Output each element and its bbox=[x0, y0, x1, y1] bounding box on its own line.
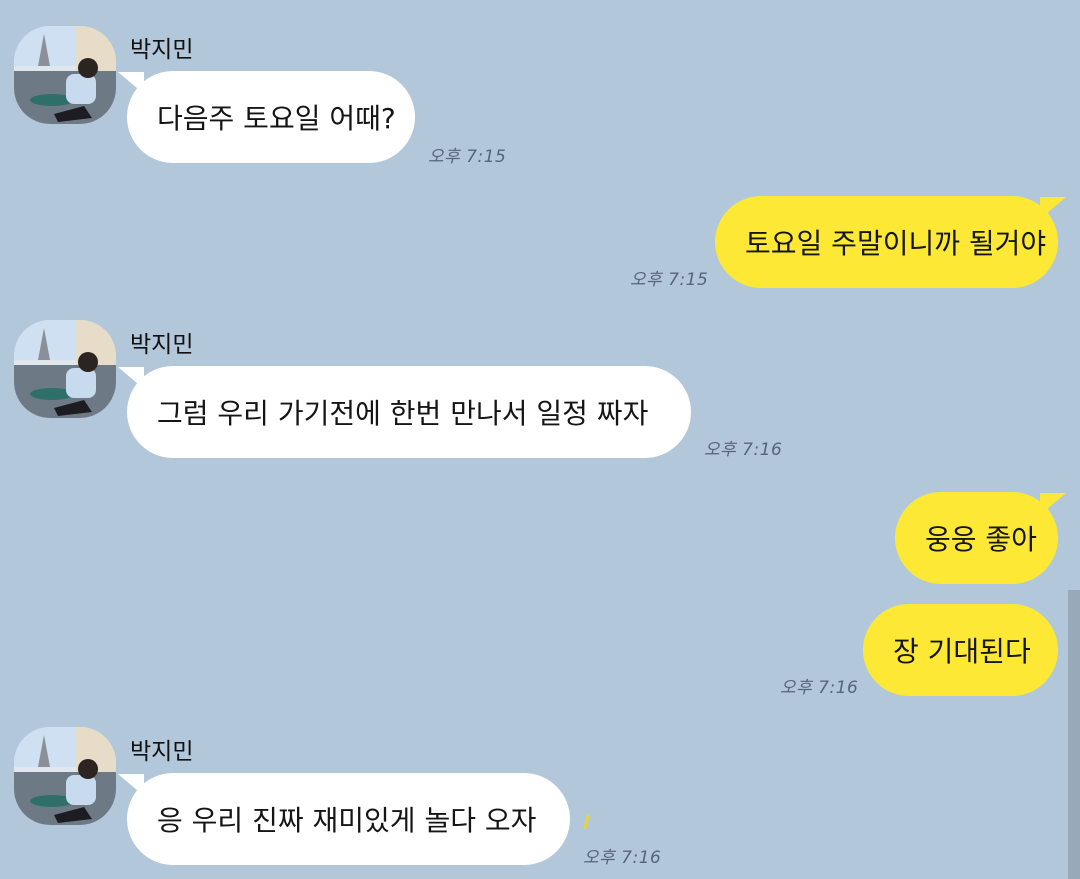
profile-photo-icon bbox=[14, 26, 116, 124]
unread-marker bbox=[583, 815, 590, 829]
sender-name: 박지민 bbox=[130, 739, 194, 765]
message-time: 오후 7:16 bbox=[704, 440, 783, 460]
message-bubble[interactable]: 웅웅 좋아 bbox=[895, 492, 1058, 584]
message-time: 오후 7:16 bbox=[780, 678, 859, 698]
message-text: 다음주 토요일 어때? bbox=[157, 102, 396, 135]
message-bubble[interactable]: 그럼 우리 가기전에 한번 만나서 일정 짜자 bbox=[127, 366, 691, 458]
message-time: 오후 7:16 bbox=[583, 848, 662, 868]
profile-photo-icon bbox=[14, 320, 116, 418]
message-text: 그럼 우리 가기전에 한번 만나서 일정 짜자 bbox=[157, 397, 649, 430]
chat-message-list[interactable]: 박지민 다음주 토요일 어때? 오후 7:15 토요일 주말이니까 될거야 오후… bbox=[0, 0, 1080, 879]
message-time: 오후 7:15 bbox=[630, 270, 709, 290]
sender-name: 박지민 bbox=[130, 37, 194, 63]
message-bubble[interactable]: 장 기대된다 bbox=[863, 604, 1058, 696]
message-bubble[interactable]: 토요일 주말이니까 될거야 bbox=[715, 196, 1058, 288]
sender-avatar[interactable] bbox=[14, 727, 116, 825]
sender-name: 박지민 bbox=[130, 332, 194, 358]
message-text: 장 기대된다 bbox=[893, 635, 1031, 668]
message-bubble[interactable]: 다음주 토요일 어때? bbox=[127, 71, 415, 163]
sender-avatar[interactable] bbox=[14, 320, 116, 418]
message-bubble[interactable]: 응 우리 진짜 재미있게 놀다 오자 bbox=[127, 773, 570, 865]
sender-avatar[interactable] bbox=[14, 26, 116, 124]
message-text: 웅웅 좋아 bbox=[925, 523, 1037, 556]
profile-photo-icon bbox=[14, 727, 116, 825]
message-time: 오후 7:15 bbox=[428, 147, 507, 167]
message-text: 토요일 주말이니까 될거야 bbox=[745, 227, 1047, 260]
message-text: 응 우리 진짜 재미있게 놀다 오자 bbox=[157, 804, 537, 837]
scrollbar[interactable] bbox=[1068, 590, 1080, 879]
